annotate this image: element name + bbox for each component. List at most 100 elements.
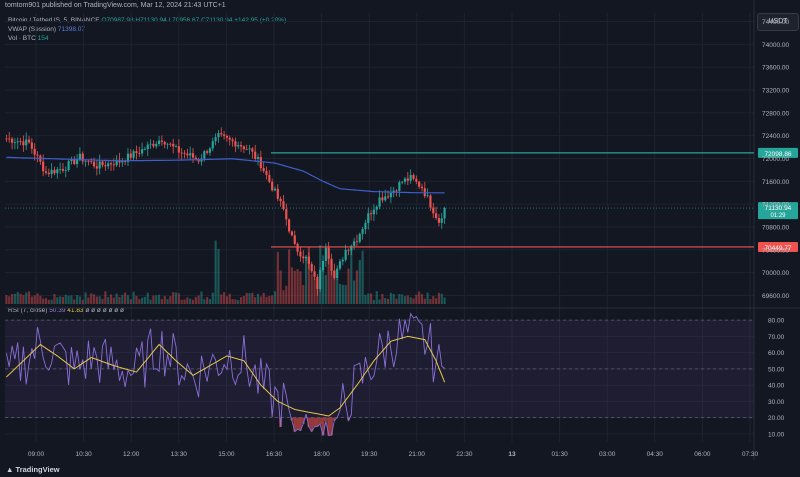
candle[interactable] <box>138 153 141 154</box>
candle[interactable] <box>211 141 214 149</box>
candle[interactable] <box>101 161 104 166</box>
candle[interactable] <box>316 276 319 290</box>
candle[interactable] <box>415 178 418 182</box>
candle[interactable] <box>44 171 48 173</box>
candle[interactable] <box>347 249 350 251</box>
candle[interactable] <box>163 141 166 145</box>
candle[interactable] <box>341 259 344 262</box>
candle[interactable] <box>239 145 243 147</box>
candle[interactable] <box>186 153 189 156</box>
candle[interactable] <box>16 141 19 143</box>
candle[interactable] <box>172 143 175 147</box>
candle[interactable] <box>279 198 282 202</box>
candle[interactable] <box>256 156 260 159</box>
candle[interactable] <box>194 157 197 159</box>
candle[interactable] <box>112 164 115 166</box>
candle[interactable] <box>141 149 144 154</box>
candle[interactable] <box>372 209 375 215</box>
candle[interactable] <box>237 145 240 147</box>
candle[interactable] <box>273 188 277 191</box>
candle[interactable] <box>370 213 373 215</box>
candle[interactable] <box>169 143 172 145</box>
candle[interactable] <box>30 142 33 149</box>
candle[interactable] <box>206 151 209 153</box>
candle[interactable] <box>338 261 342 269</box>
candle[interactable] <box>443 208 446 219</box>
candle[interactable] <box>42 161 45 172</box>
candle[interactable] <box>146 144 149 150</box>
candle[interactable] <box>129 153 132 158</box>
candle[interactable] <box>67 161 70 170</box>
candle[interactable] <box>409 175 412 181</box>
candle[interactable] <box>265 171 268 175</box>
candle[interactable] <box>180 152 183 154</box>
candle[interactable] <box>84 160 87 162</box>
candle[interactable] <box>288 219 291 232</box>
candle[interactable] <box>177 146 180 153</box>
candle[interactable] <box>429 195 432 208</box>
candle[interactable] <box>290 231 294 236</box>
candle[interactable] <box>76 159 79 165</box>
candle[interactable] <box>152 143 155 147</box>
candle[interactable] <box>440 218 443 223</box>
candle[interactable] <box>10 138 14 143</box>
candle[interactable] <box>310 263 313 272</box>
candle[interactable] <box>437 218 441 223</box>
candle[interactable] <box>254 151 257 159</box>
candle[interactable] <box>231 139 234 142</box>
candle[interactable] <box>191 153 195 158</box>
candle[interactable] <box>64 169 67 171</box>
candle[interactable] <box>47 172 50 175</box>
candle[interactable] <box>27 139 31 143</box>
candle[interactable] <box>157 140 161 144</box>
candle[interactable] <box>183 152 186 154</box>
candle[interactable] <box>248 148 251 150</box>
candle[interactable] <box>160 140 163 142</box>
candle[interactable] <box>92 161 96 167</box>
candle[interactable] <box>33 148 36 155</box>
candle[interactable] <box>324 247 327 261</box>
candle[interactable] <box>426 195 429 197</box>
candle[interactable] <box>296 243 299 252</box>
candle[interactable] <box>98 161 101 169</box>
candle[interactable] <box>412 175 415 179</box>
candle[interactable] <box>50 169 53 175</box>
candle[interactable] <box>406 178 409 181</box>
candle[interactable] <box>166 143 169 145</box>
candle[interactable] <box>220 133 223 135</box>
candle[interactable] <box>299 251 302 257</box>
candle[interactable] <box>384 196 387 201</box>
candle[interactable] <box>386 196 390 198</box>
candle[interactable] <box>262 168 265 172</box>
candle[interactable] <box>225 135 228 138</box>
candle[interactable] <box>378 197 381 207</box>
candle[interactable] <box>364 222 367 230</box>
candle[interactable] <box>420 186 424 189</box>
candle[interactable] <box>319 269 322 290</box>
candle[interactable] <box>389 192 392 198</box>
candle[interactable] <box>13 142 16 144</box>
candle[interactable] <box>344 249 347 260</box>
candle[interactable] <box>435 213 438 219</box>
candle[interactable] <box>8 138 11 140</box>
candle[interactable] <box>223 134 226 136</box>
candle[interactable] <box>78 153 81 160</box>
candle[interactable] <box>203 151 206 159</box>
price-chart[interactable]: 72098.8670449.7771130.9401:29 74400.0074… <box>0 0 800 460</box>
candle[interactable] <box>276 188 279 199</box>
candle[interactable] <box>285 209 288 220</box>
candle[interactable] <box>149 143 152 145</box>
candle[interactable] <box>19 141 22 143</box>
candle[interactable] <box>293 235 296 244</box>
candle[interactable] <box>423 188 426 197</box>
candle[interactable] <box>53 169 56 174</box>
candle[interactable] <box>259 156 262 169</box>
candle[interactable] <box>330 258 333 271</box>
candle[interactable] <box>307 256 310 264</box>
candle[interactable] <box>401 181 404 183</box>
candle[interactable] <box>59 169 62 170</box>
candle[interactable] <box>56 169 59 174</box>
candle[interactable] <box>355 241 359 243</box>
candle[interactable] <box>398 182 401 191</box>
candle[interactable] <box>214 137 217 142</box>
